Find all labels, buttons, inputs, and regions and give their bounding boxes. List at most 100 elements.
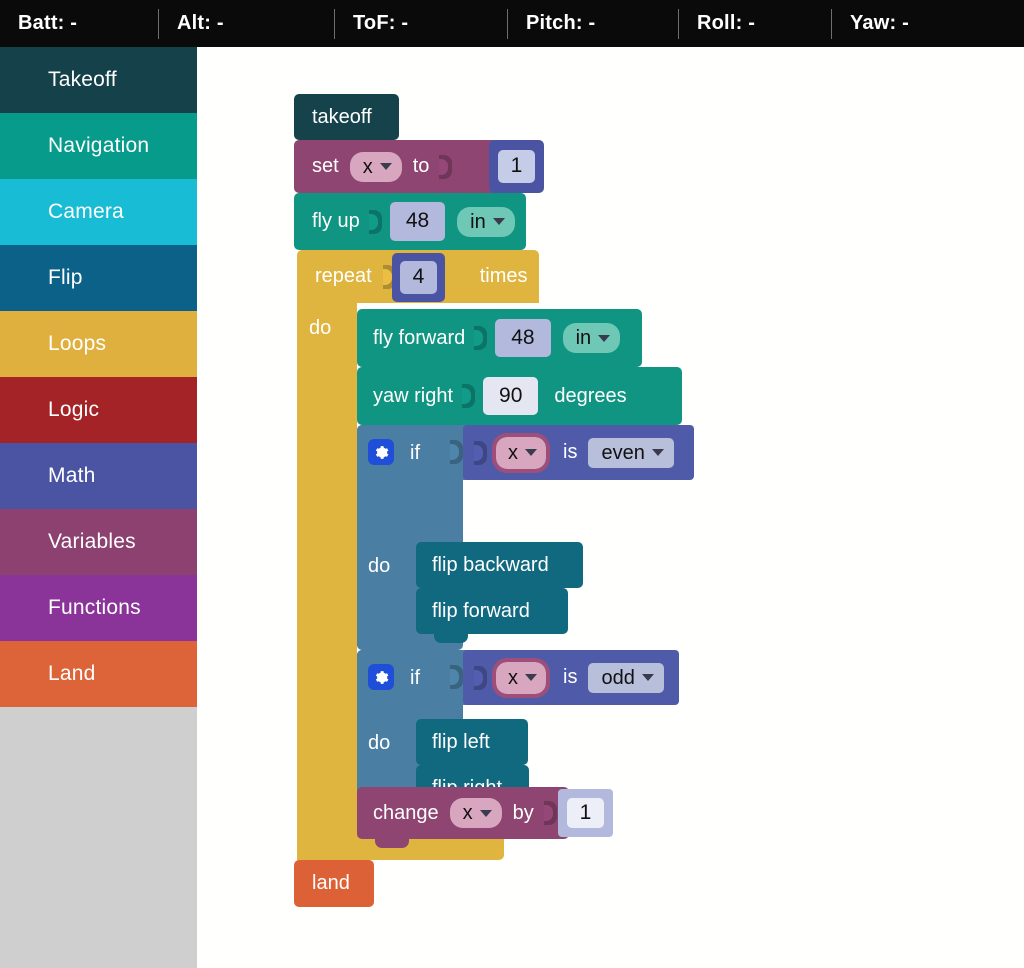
value-socket [462,383,476,409]
telemetry-slot-batt: Batt: - [0,0,159,47]
telemetry-pitch: Pitch: - [526,12,596,34]
block-if-even-do-label: do [368,555,391,577]
block-land-label: land [312,872,350,894]
value-socket [450,664,463,690]
block-land[interactable]: land [294,860,374,907]
block-change-by-label: by [512,801,534,824]
toolbox-category-navigation[interactable]: Navigation [0,113,197,179]
chevron-down-icon [525,674,537,681]
toolbox-category-logic[interactable]: Logic [0,377,197,443]
unit-dropdown-value: in [470,210,486,233]
block-number-one-change[interactable]: 1 [558,789,613,837]
parity-dropdown-value: even [601,441,645,464]
toolbox-category-label: Camera [48,200,124,223]
toolbox-category-functions[interactable]: Functions [0,575,197,641]
connector-notch [312,860,346,868]
parity-dropdown[interactable]: odd [588,662,664,693]
chevron-down-icon [641,674,654,681]
value-socket [450,439,463,465]
toolbox-category-math[interactable]: Math [0,443,197,509]
angle-field[interactable]: 90 [483,376,539,416]
block-is-even[interactable]: x is even [463,425,694,480]
block-if-odd-if-label: if [410,667,420,689]
if-mutator-gear-icon[interactable] [368,439,394,465]
block-number-one[interactable]: 1 [489,140,544,193]
unit-dropdown[interactable]: in [562,323,621,353]
toolbox-category-label: Variables [48,530,136,553]
repeat-count-field[interactable]: 4 [399,261,438,294]
block-flip-backward[interactable]: flip backward [416,542,583,597]
is-label: is [563,666,578,688]
block-set-label: set [312,155,339,177]
block-flip-left[interactable]: flip left [416,719,528,774]
telemetry-yaw: Yaw: - [850,12,909,34]
variable-dropdown-x[interactable]: x [349,151,402,182]
value-socket [474,665,487,691]
variable-dropdown-x[interactable]: x [492,657,550,698]
variable-dropdown-x[interactable]: x [492,432,550,473]
connector-tab [434,634,468,643]
chevron-down-icon [651,449,664,456]
block-change-variable[interactable]: change x by [357,787,569,848]
toolbox-category-variables[interactable]: Variables [0,509,197,575]
toolbox-category-label: Math [48,464,96,487]
number-field[interactable]: 1 [566,797,605,829]
chevron-down-icon [479,809,492,817]
telemetry-slot-tof: ToF: - [335,0,508,47]
connector-notch [434,719,468,727]
unit-dropdown-value: in [575,327,592,349]
toolbox-category-takeoff[interactable]: Takeoff [0,47,197,113]
block-takeoff-label: takeoff [312,105,372,128]
block-yaw-right[interactable]: yaw right 90 degrees [357,367,682,434]
block-fly-up[interactable]: fly up 48 in [294,193,526,259]
blocks-canvas[interactable]: takeoff set x to 1 fly up 48 in repeat t… [197,47,1024,968]
unit-dropdown[interactable]: in [457,206,515,237]
value-socket [474,440,487,466]
variable-dropdown-value: x [362,155,373,178]
toolbox-category-loops[interactable]: Loops [0,311,197,377]
telemetry-slot-alt: Alt: - [159,0,335,47]
chevron-down-icon [525,449,537,456]
toolbox-category-land[interactable]: Land [0,641,197,707]
number-field[interactable]: 1 [497,150,536,183]
chevron-down-icon [379,163,392,170]
block-is-odd[interactable]: x is odd [463,650,679,705]
connector-notch [434,542,468,550]
toolbox-category-label: Takeoff [48,68,117,91]
telemetry-bar: Batt: - Alt: - ToF: - Pitch: - Roll: - Y… [0,0,1024,47]
block-flip-forward-label: flip forward [432,599,530,622]
block-fly-forward[interactable]: fly forward 48 in [357,309,642,376]
value-socket [474,325,488,351]
toolbox-category-label: Functions [48,596,141,619]
value-socket [368,209,382,235]
value-socket [439,154,453,180]
distance-field[interactable]: 48 [495,318,551,358]
chevron-down-icon [598,334,611,342]
distance-field[interactable]: 48 [389,202,446,241]
variable-dropdown-x[interactable]: x [449,798,502,828]
telemetry-slot-yaw: Yaw: - [832,0,982,47]
telemetry-roll: Roll: - [697,12,756,34]
block-fly-up-label: fly up [312,210,360,232]
block-change-label: change [373,801,439,824]
connector-notch [315,250,349,258]
toolbox-category-label: Navigation [48,134,150,157]
telemetry-slot-roll: Roll: - [679,0,832,47]
block-repeat-count[interactable]: 4 [392,253,445,302]
telemetry-battery: Batt: - [18,12,78,34]
if-mutator-gear-icon[interactable] [368,664,394,690]
block-repeat-times-label: times [479,265,528,287]
value-socket [543,800,557,826]
parity-dropdown[interactable]: even [588,437,674,468]
toolbox-category-label: Flip [48,266,83,289]
toolbox-category-camera[interactable]: Camera [0,179,197,245]
chevron-down-icon [492,218,505,225]
block-flip-forward[interactable]: flip forward [416,588,568,643]
toolbox-category-flip[interactable]: Flip [0,245,197,311]
block-takeoff[interactable]: takeoff [294,94,399,149]
connector-notch [434,765,468,773]
block-set-variable[interactable]: set x to [294,140,500,202]
blockly-workspace[interactable]: takeoff set x to 1 fly up 48 in repeat t… [197,47,1024,968]
telemetry-tof: ToF: - [353,12,409,34]
telemetry-altitude: Alt: - [177,12,224,34]
